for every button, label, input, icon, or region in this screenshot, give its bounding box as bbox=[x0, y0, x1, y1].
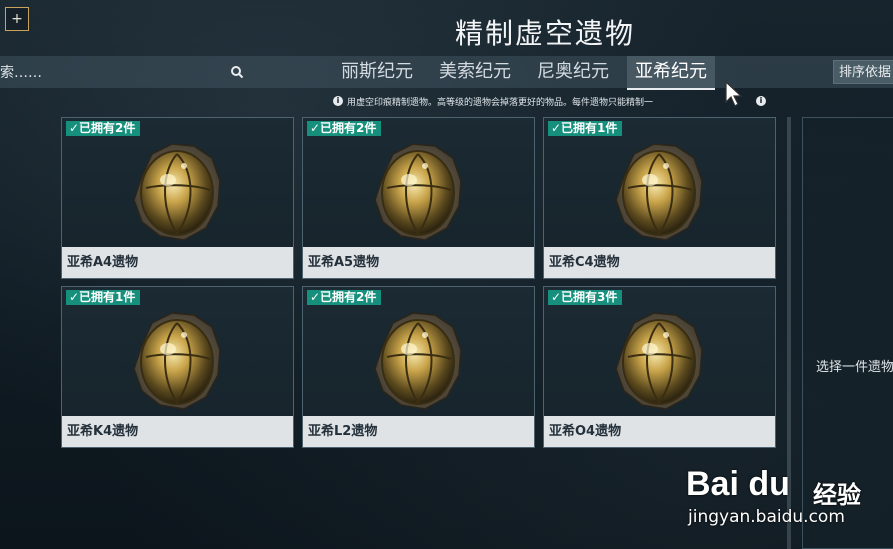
owned-badge: ✓已拥有3件 bbox=[548, 290, 623, 305]
relic-card[interactable]: ✓已拥有2件 亚希L2遗物 bbox=[302, 286, 535, 448]
relic-icon bbox=[374, 312, 462, 410]
search-bar[interactable]: 索…… bbox=[0, 56, 250, 88]
page-title: 精制虚空遗物 bbox=[454, 17, 635, 50]
tab-lith[interactable]: 丽斯纪元 bbox=[333, 56, 421, 88]
sort-button[interactable]: 排序依据 bbox=[833, 60, 893, 84]
era-tabs: 丽斯纪元 美索纪元 尼奥纪元 亚希纪元 bbox=[333, 56, 725, 90]
relic-name: 亚希A5遗物 bbox=[303, 247, 534, 278]
top-bar: 索…… 丽斯纪元 美索纪元 尼奥纪元 亚希纪元 排序依据 bbox=[0, 56, 893, 90]
info-icon: i bbox=[333, 96, 343, 106]
relic-name: 亚希O4遗物 bbox=[544, 416, 775, 447]
relic-icon bbox=[133, 143, 221, 241]
info-line: i 用虚空印痕精制遗物。高等级的遗物会掉落更好的物品。每件遗物只能精制一 bbox=[333, 93, 653, 109]
tab-axi[interactable]: 亚希纪元 bbox=[627, 56, 715, 90]
relic-icon bbox=[615, 312, 703, 410]
owned-badge: ✓已拥有2件 bbox=[307, 290, 382, 305]
watermark-logo: Bai du bbox=[686, 465, 790, 503]
relic-name: 亚希K4遗物 bbox=[62, 416, 293, 447]
info-text: 用虚空印痕精制遗物。高等级的遗物会掉落更好的物品。每件遗物只能精制一 bbox=[347, 97, 654, 108]
watermark-cn: 经验 bbox=[813, 481, 861, 509]
relic-card[interactable]: ✓已拥有2件 亚希A5遗物 bbox=[302, 117, 535, 279]
tab-neo[interactable]: 尼奥纪元 bbox=[529, 56, 617, 88]
watermark-url: jingyan.baidu.com bbox=[688, 507, 845, 527]
relic-icon bbox=[374, 143, 462, 241]
relic-card[interactable]: ✓已拥有1件 亚希K4遗物 bbox=[61, 286, 294, 448]
baidu-watermark: Bai du 经验 jingyan.baidu.com bbox=[683, 455, 883, 535]
tab-meso[interactable]: 美索纪元 bbox=[431, 56, 519, 88]
search-input[interactable]: 索…… bbox=[0, 62, 42, 82]
info-icon[interactable]: i bbox=[756, 96, 766, 106]
owned-badge: ✓已拥有1件 bbox=[66, 290, 141, 305]
relic-card[interactable]: ✓已拥有3件 亚希O4遗物 bbox=[543, 286, 776, 448]
relic-name: 亚希A4遗物 bbox=[62, 247, 293, 278]
relic-name: 亚希L2遗物 bbox=[303, 416, 534, 447]
relic-icon bbox=[615, 143, 703, 241]
relic-card[interactable]: ✓已拥有1件 亚希C4遗物 bbox=[543, 117, 776, 279]
add-button[interactable]: + bbox=[5, 7, 29, 31]
select-hint: 选择一件遗物 bbox=[816, 360, 893, 375]
owned-badge: ✓已拥有1件 bbox=[548, 121, 623, 136]
relic-card[interactable]: ✓已拥有2件 亚希A4遗物 bbox=[61, 117, 294, 279]
search-icon[interactable] bbox=[230, 65, 244, 79]
relic-icon bbox=[133, 312, 221, 410]
owned-badge: ✓已拥有2件 bbox=[307, 121, 382, 136]
mouse-cursor-icon bbox=[725, 80, 743, 107]
relic-name: 亚希C4遗物 bbox=[544, 247, 775, 278]
owned-badge: ✓已拥有2件 bbox=[66, 121, 141, 136]
